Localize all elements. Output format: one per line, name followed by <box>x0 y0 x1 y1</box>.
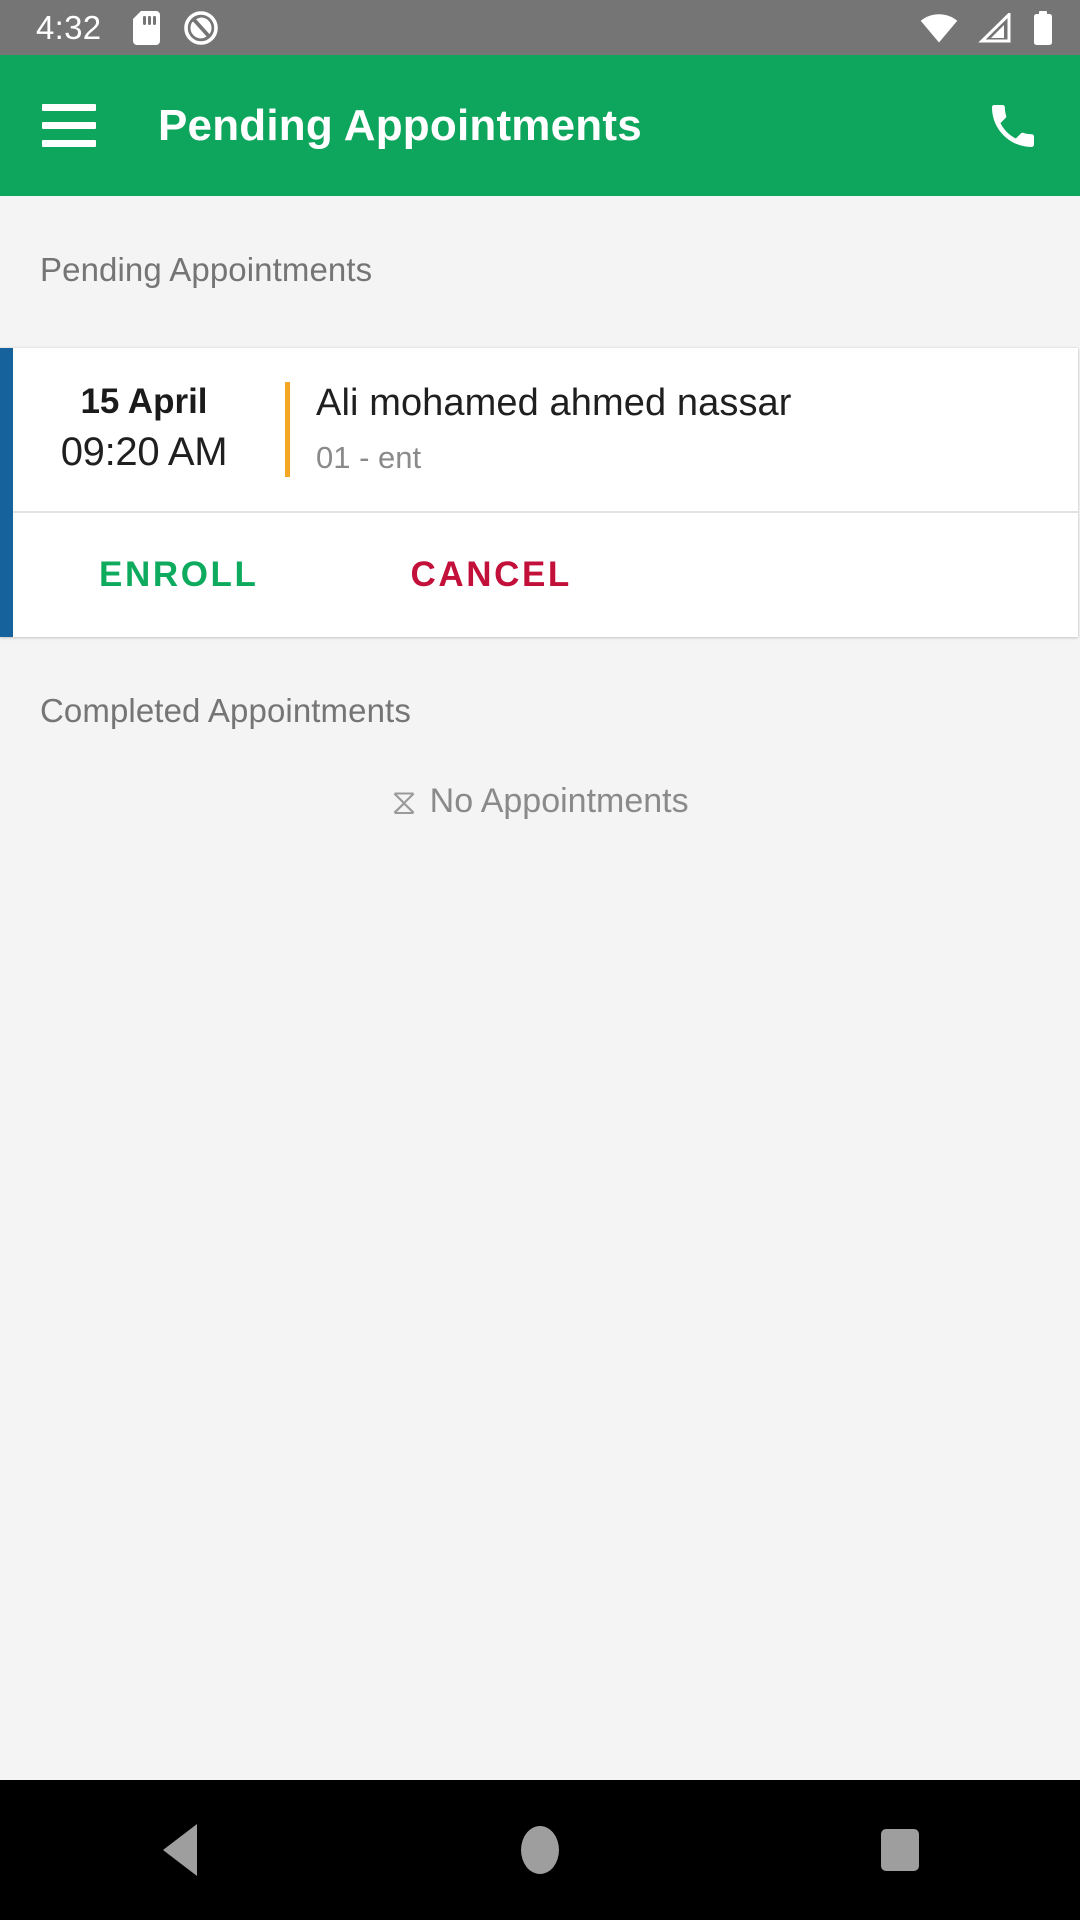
cell-signal-icon <box>978 12 1011 42</box>
hourglass-icon: ⧖ <box>391 780 417 822</box>
battery-icon <box>1034 10 1052 45</box>
appointment-datetime: 15 April 09:20 AM <box>13 378 285 479</box>
status-bar-notification-icons <box>133 10 219 45</box>
status-bar-clock: 4:32 <box>36 9 102 46</box>
phone-screen: 4:32 Pending Appointments Pending Appoin… <box>0 0 1080 1920</box>
status-bar: 4:32 <box>0 0 1080 55</box>
page-title: Pending Appointments <box>158 100 642 150</box>
recents-square-icon <box>881 1829 919 1871</box>
empty-state-text: No Appointments <box>429 782 689 821</box>
appointment-actions: ENROLL CANCEL <box>13 513 1078 637</box>
enroll-button[interactable]: ENROLL <box>93 543 264 607</box>
appointment-date: 15 April <box>80 382 208 421</box>
sd-card-icon <box>133 10 161 45</box>
completed-empty-state: ⧖ No Appointments <box>0 782 1080 821</box>
back-triangle-icon <box>163 1824 197 1876</box>
android-navigation-bar <box>0 1780 1080 1920</box>
nav-recents-button[interactable] <box>825 1780 975 1920</box>
nav-back-button[interactable] <box>105 1780 255 1920</box>
phone-icon[interactable] <box>976 89 1050 163</box>
pending-section-header: Pending Appointments <box>40 251 373 288</box>
phone-icon-glyph <box>992 104 1034 147</box>
menu-line-1 <box>42 104 96 111</box>
appointment-time: 09:20 AM <box>60 430 228 475</box>
appointment-card-body: 15 April 09:20 AM Ali mohamed ahmed nass… <box>13 348 1078 511</box>
home-circle-icon <box>521 1826 559 1874</box>
menu-line-2 <box>42 122 96 129</box>
appointment-card[interactable]: 15 April 09:20 AM Ali mohamed ahmed nass… <box>0 348 1078 638</box>
appointment-info: Ali mohamed ahmed nassar 01 - ent <box>290 378 1078 479</box>
do-not-disturb-icon <box>184 10 219 45</box>
patient-name: Ali mohamed ahmed nassar <box>316 381 792 424</box>
status-bar-system-icons <box>920 10 1054 45</box>
wifi-icon <box>920 13 958 42</box>
nav-home-button[interactable] <box>465 1780 615 1920</box>
menu-line-3 <box>42 140 96 147</box>
content-area: Pending Appointments 15 April 09:20 AM A… <box>0 196 1080 1780</box>
cancel-button[interactable]: CANCEL <box>404 543 577 607</box>
completed-section-header: Completed Appointments <box>40 692 411 730</box>
appointment-details: 01 - ent <box>316 439 422 475</box>
app-bar: Pending Appointments <box>0 55 1080 196</box>
hamburger-menu-icon[interactable] <box>42 94 106 158</box>
